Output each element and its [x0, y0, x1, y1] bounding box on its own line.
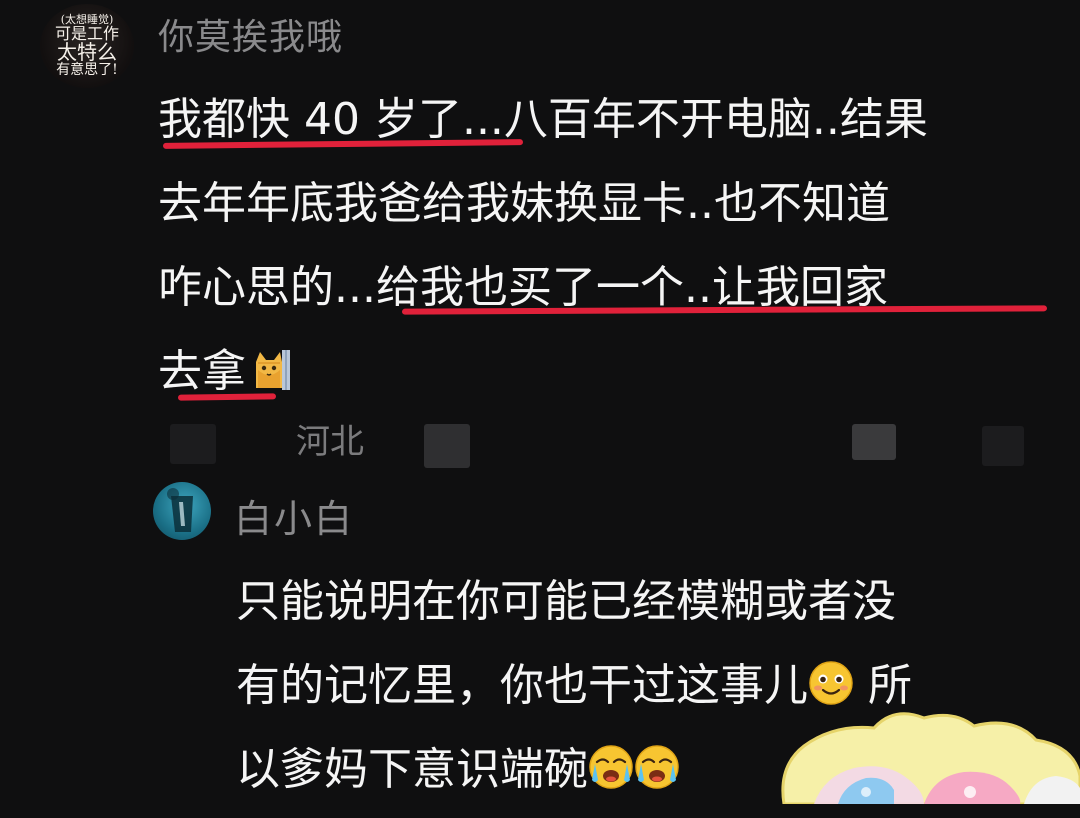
avatar-text-line: 太特么: [57, 40, 117, 65]
reply-text-segment: 有的记忆里，你也干过这事儿: [236, 660, 808, 711]
blurred-icon: [424, 424, 470, 468]
crying-face-emoji: [588, 734, 634, 789]
comment-line: 我都快 40 岁了...八百年不开电脑..结果: [158, 78, 1058, 162]
blurred-icon: [170, 424, 216, 464]
reply-username[interactable]: 白小白: [234, 488, 354, 543]
comment-text-segment: 去年年底我爸给我妹换显卡..也不知道: [158, 178, 890, 229]
comment-text-segment: 咋心思的...: [158, 262, 376, 313]
reply-user-avatar[interactable]: [153, 482, 211, 540]
location-label: 河北: [296, 422, 364, 462]
comment-text: 我都快 40 岁了...八百年不开电脑..结果 去年年底我爸给我妹换显卡..也不…: [158, 78, 1058, 414]
comment-text-segment: 八百年不开电脑..结果: [503, 94, 928, 145]
smiling-face-emoji: [808, 650, 854, 705]
reply-text-segment: 以爹妈下意识端碗: [236, 744, 588, 795]
reply-line: 只能说明在你可能已经模糊或者没: [236, 560, 1056, 644]
blurred-icon: [852, 424, 896, 460]
highlighted-text: 我都快 40 岁了...: [158, 94, 504, 145]
comment-line: 咋心思的...给我也买了一个..让我回家: [158, 246, 1058, 330]
highlighted-text: 去拿: [158, 346, 246, 397]
crying-face-emoji: [634, 734, 680, 789]
peeking-cat-emoji: [252, 336, 292, 390]
user-avatar[interactable]: (太想睡觉) 可是工作 太特么 有意思了!: [40, 4, 134, 88]
comment-line: 去拿: [158, 330, 1058, 414]
reply-text-segment: 所: [854, 660, 912, 711]
cartoon-sticker: [774, 706, 1080, 806]
comment-line: 去年年底我爸给我妹换显卡..也不知道: [158, 162, 1058, 246]
highlighted-text: 给我也买了一个..让我回家: [375, 262, 888, 313]
comment-username[interactable]: 你莫挨我哦: [158, 8, 343, 60]
reply-text-segment: 只能说明在你可能已经模糊或者没: [236, 576, 896, 627]
blurred-icon: [982, 426, 1024, 466]
avatar-text-line: 有意思了!: [56, 62, 118, 79]
